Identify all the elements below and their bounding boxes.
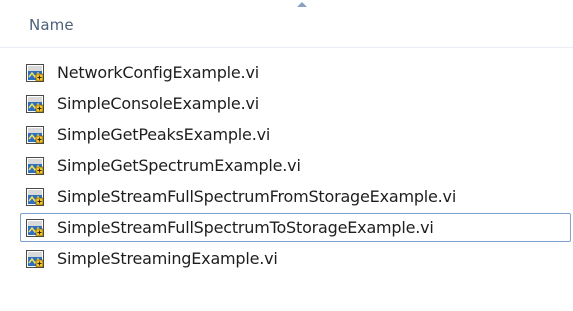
file-row[interactable]: SimpleGetSpectrumExample.vi	[20, 151, 571, 180]
file-name: SimpleGetSpectrumExample.vi	[57, 156, 301, 175]
file-row[interactable]: SimpleStreamFullSpectrumFromStorageExamp…	[20, 182, 571, 211]
labview-vi-icon	[26, 126, 44, 144]
labview-vi-icon	[26, 219, 44, 237]
file-row[interactable]: NetworkConfigExample.vi	[20, 58, 571, 87]
labview-vi-icon	[26, 188, 44, 206]
file-name: SimpleStreamFullSpectrumFromStorageExamp…	[57, 187, 457, 206]
file-row[interactable]: SimpleStreamingExample.vi	[20, 244, 571, 273]
file-row[interactable]: SimpleConsoleExample.vi	[20, 89, 571, 118]
labview-vi-icon	[26, 157, 44, 175]
column-header: Name	[0, 0, 573, 48]
file-name: SimpleConsoleExample.vi	[57, 94, 259, 113]
name-column-header[interactable]: Name	[29, 16, 74, 34]
file-name: SimpleStreamFullSpectrumToStorageExample…	[57, 218, 434, 237]
file-row-focused[interactable]: SimpleStreamFullSpectrumToStorageExample…	[20, 213, 571, 242]
file-name: SimpleStreamingExample.vi	[57, 249, 278, 268]
labview-vi-icon	[26, 95, 44, 113]
file-row[interactable]: SimpleGetPeaksExample.vi	[20, 120, 571, 149]
file-name: NetworkConfigExample.vi	[57, 63, 259, 82]
labview-vi-icon	[26, 64, 44, 82]
labview-vi-icon	[26, 250, 44, 268]
file-name: SimpleGetPeaksExample.vi	[57, 125, 271, 144]
sort-ascending-icon	[297, 2, 307, 7]
